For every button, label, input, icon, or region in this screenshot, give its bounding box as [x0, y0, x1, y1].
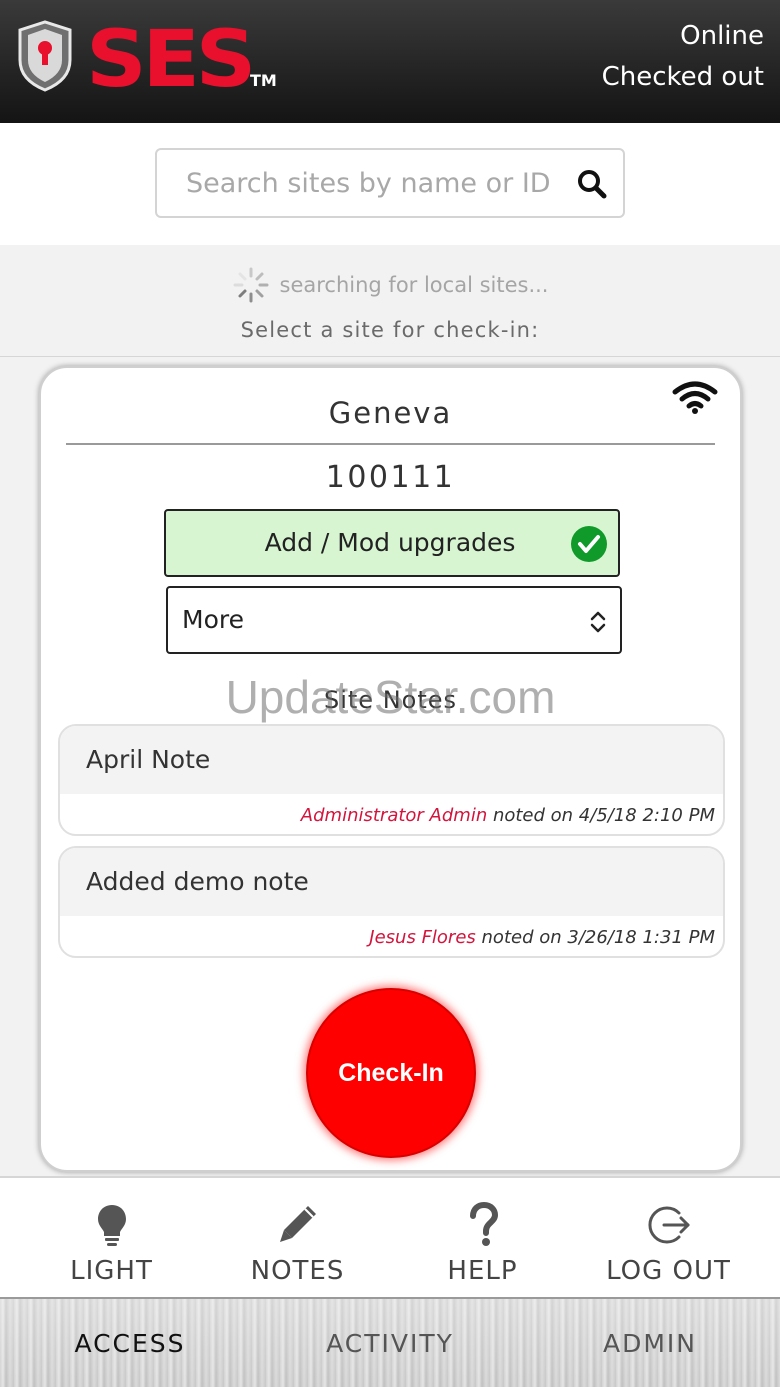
- select-site-prompt: Select a site for check-in:: [240, 318, 540, 342]
- log-out-icon: [648, 1206, 690, 1244]
- site-name-underline: [66, 443, 715, 445]
- bottom-tab-bar: ACCESS ACTIVITY ADMIN: [0, 1297, 780, 1387]
- note-meta: Administrator Admin noted on 4/5/18 2:10…: [301, 805, 715, 826]
- help-label: HELP: [447, 1256, 518, 1286]
- site-notes-title: Site Notes: [323, 686, 458, 714]
- app-header: SES TM Online Checked out: [0, 0, 780, 123]
- more-select-value: More: [182, 605, 244, 634]
- log-out-button[interactable]: LOG OUT: [571, 1178, 766, 1299]
- note-author: Jesus Flores: [369, 927, 476, 948]
- tab-admin[interactable]: ADMIN: [520, 1299, 780, 1387]
- searching-indicator: searching for local sites...: [0, 262, 780, 308]
- connection-status: Online Checked out: [602, 16, 764, 98]
- notes-label: NOTES: [250, 1256, 345, 1286]
- search-area: [0, 123, 780, 245]
- loading-spinner-icon: [233, 267, 269, 303]
- question-icon: [470, 1202, 499, 1246]
- note-timestamp: noted on 4/5/18 2:10 PM: [487, 805, 715, 826]
- tab-activity[interactable]: ACTIVITY: [260, 1299, 520, 1387]
- action-toolbar: LIGHT NOTES HELP LOG OUT: [0, 1176, 780, 1297]
- ses-logo: SES TM: [18, 20, 277, 92]
- check-in-button[interactable]: Check-In: [306, 988, 476, 1158]
- more-select[interactable]: More: [166, 586, 622, 654]
- lightbulb-icon: [98, 1205, 126, 1246]
- svg-text:SES: SES: [86, 20, 252, 92]
- note-card[interactable]: Added demo note Jesus Flores noted on 3/…: [58, 846, 725, 958]
- note-author: Administrator Admin: [300, 805, 488, 826]
- check-circle-icon: [571, 526, 607, 562]
- tab-access[interactable]: ACCESS: [0, 1299, 260, 1387]
- site-id: 100111: [325, 460, 456, 495]
- help-button[interactable]: HELP: [385, 1178, 580, 1299]
- notes-button[interactable]: NOTES: [200, 1178, 395, 1299]
- light-button[interactable]: LIGHT: [14, 1178, 209, 1299]
- note-meta: Jesus Flores noted on 3/26/18 1:31 PM: [369, 927, 715, 948]
- divider: [0, 356, 780, 357]
- searching-text: searching for local sites...: [279, 273, 549, 297]
- search-icon[interactable]: [577, 169, 607, 199]
- light-label: LIGHT: [70, 1256, 153, 1286]
- svg-text:TM: TM: [250, 71, 277, 90]
- pencil-icon: [280, 1206, 316, 1242]
- add-mod-upgrades-button[interactable]: Add / Mod upgrades: [164, 509, 620, 577]
- note-timestamp: noted on 3/26/18 1:31 PM: [475, 927, 715, 948]
- note-card[interactable]: April Note Administrator Admin noted on …: [58, 724, 725, 836]
- checkin-status: Checked out: [601, 62, 764, 92]
- upgrade-label: Add / Mod upgrades: [264, 528, 516, 557]
- note-text: Added demo note: [60, 848, 723, 916]
- note-text: April Note: [60, 726, 723, 794]
- online-status: Online: [680, 21, 764, 51]
- search-box[interactable]: [155, 148, 625, 218]
- log-out-label: LOG OUT: [606, 1256, 731, 1286]
- search-input[interactable]: [157, 150, 567, 216]
- chevron-up-down-icon: [590, 611, 606, 633]
- site-card: Geneva 100111 Add / Mod upgrades More Si…: [39, 366, 742, 1172]
- site-name: Geneva: [328, 396, 453, 430]
